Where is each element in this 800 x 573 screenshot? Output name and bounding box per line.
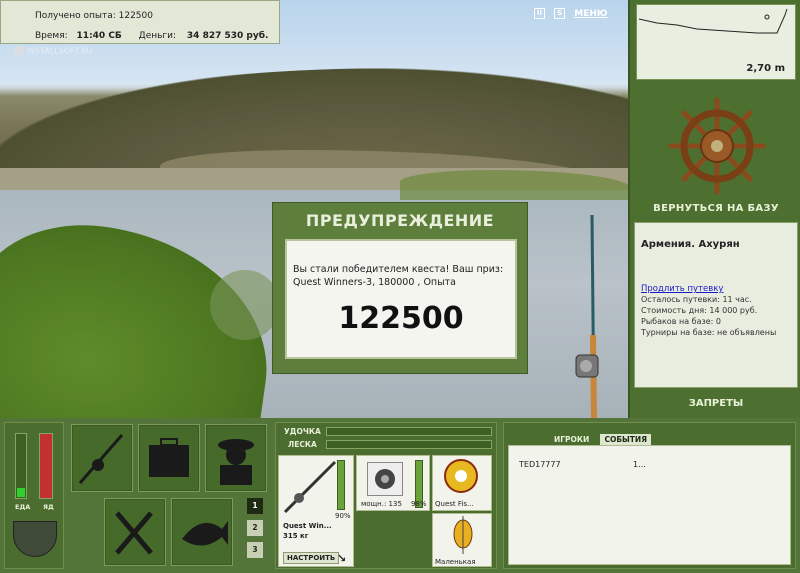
rod-slot-selector: 1 2 3 (247, 498, 265, 568)
tackle-box-icon (149, 438, 189, 477)
slot-1[interactable]: 1 (247, 498, 263, 514)
rod-durability-bar (337, 460, 345, 510)
fisherman-icon (218, 439, 254, 485)
money-value: 34 827 530 руб. (186, 31, 269, 41)
line-name: Quest Fis... (435, 500, 474, 508)
tackle-box-button[interactable] (138, 424, 200, 492)
tournaments: Турниры на базе: не объявлены (641, 328, 777, 337)
slot-3[interactable]: 3 (247, 542, 263, 558)
players-list: TED17777 1... (508, 445, 791, 565)
day-cost: Стоимость дня: 14 000 руб. (641, 306, 758, 315)
ship-wheel-icon[interactable] (662, 96, 772, 196)
dialog-message: Вы стали победителем квеста! Ваш приз: Q… (293, 264, 504, 288)
poison-meter (39, 433, 53, 499)
extend-permit-link[interactable]: Продлить путевку (641, 284, 791, 294)
dialog-title: ПРЕДУПРЕЖДЕНИЕ (305, 211, 495, 230)
rod-tension-bar (326, 427, 492, 436)
location-panel: Армения. Ахурян Продлить путевку Осталос… (634, 222, 798, 388)
player-name[interactable]: TED17777 (519, 460, 561, 469)
bottom-bar: ЕДА ЯД 1 2 3 УДОЧКА ЛЕСКА Quest Win... 3… (0, 418, 800, 573)
cauldron-icon[interactable] (13, 521, 57, 557)
permit-left: Осталось путевки: 11 час. (641, 295, 752, 304)
food-label: ЕДА (15, 503, 31, 511)
experience-row: Получено опыта: 122500 (35, 11, 153, 21)
line-tension-bar (326, 440, 492, 449)
depth-value: 2,70 m (746, 63, 785, 74)
time-value: 11:40 СБ (76, 31, 122, 41)
watermark-logo-icon (14, 46, 24, 56)
return-to-base-button[interactable]: ВЕРНУТЬСЯ НА БАЗУ (630, 203, 800, 214)
exp-label: Получено опыта: (35, 11, 116, 21)
location-title: Армения. Ахурян (641, 239, 740, 250)
reel-power: мощн.: 135 (361, 500, 402, 508)
rod-name: Quest Win... (283, 522, 332, 530)
player-info-panel: Получено опыта: 122500 Время: 11:40 СБ Д… (0, 0, 280, 44)
arrow-icon[interactable]: ↘ (337, 552, 346, 565)
food-meter (15, 433, 27, 499)
rod-icon (283, 460, 337, 514)
bans-button[interactable]: ЗАПРЕТЫ (630, 398, 800, 409)
dialog-number: 122500 (338, 301, 464, 336)
tackle-panel: УДОЧКА ЛЕСКА Quest Win... 315 кг 90% НАС… (275, 422, 497, 569)
warning-dialog: ПРЕДУПРЕЖДЕНИЕ Вы стали победителем квес… (272, 202, 528, 374)
right-panel: 2,70 m ВЕРНУТЬСЯ НА БАЗУ Армения. Ахурян… (628, 0, 800, 418)
slot-2[interactable]: 2 (247, 520, 263, 536)
character-button[interactable] (205, 424, 267, 492)
line-label: ЛЕСКА (288, 440, 317, 449)
depth-chart: 2,70 m (636, 4, 796, 80)
lure-name: Маленькая (435, 558, 476, 566)
lure-slot[interactable]: Маленькая (432, 513, 492, 567)
setup-button[interactable]: НАСТРОИТЬ (283, 552, 340, 564)
fishing-rod (572, 214, 612, 421)
rod-slot[interactable]: Quest Win... 315 кг 90% НАСТРОИТЬ ↘ (278, 455, 354, 567)
line-slot[interactable]: Quest Fis... (432, 455, 492, 511)
rod-label: УДОЧКА (284, 427, 321, 436)
panel-tabs: ИГРОКИ СОБЫТИЯ (554, 427, 651, 446)
rods-button[interactable] (71, 424, 133, 492)
money-label: Деньги: (138, 31, 177, 41)
tab-players[interactable]: ИГРОКИ (554, 435, 589, 444)
dialog-body: Вы стали победителем квеста! Ваш приз: Q… (285, 239, 517, 359)
poison-label: ЯД (43, 503, 54, 511)
fishing-line-spool-icon (444, 459, 478, 493)
pause-button[interactable]: II (534, 8, 545, 19)
exp-value: 122500 (118, 11, 153, 21)
top-controls: II S МЕНЮ (534, 8, 607, 19)
reel-icon (367, 462, 403, 496)
menu-button[interactable]: МЕНЮ (574, 9, 607, 19)
reel-slot[interactable]: мощн.: 135 98% (356, 455, 430, 511)
catch-button[interactable] (171, 498, 233, 566)
sound-button[interactable]: S (554, 8, 566, 19)
tab-events[interactable]: СОБЫТИЯ (600, 434, 651, 445)
fishers-count: Рыбаков на базе: 0 (641, 317, 721, 326)
time-label: Время: (35, 31, 68, 41)
fish-icon (182, 521, 228, 546)
food-button[interactable] (104, 498, 166, 566)
knife-fork-icon (115, 511, 153, 555)
player-value: 1... (633, 460, 646, 469)
meters-panel: ЕДА ЯД (4, 422, 64, 569)
reel-percent: 98% (411, 500, 427, 508)
spinner-lure-icon (453, 516, 473, 554)
watermark-text: INSTALLSOFT.RU (26, 46, 93, 56)
watermark: INSTALLSOFT.RU (14, 46, 92, 56)
rod-reel-icon (78, 434, 124, 484)
rod-percent: 90% (335, 512, 351, 520)
players-panel: ИГРОКИ СОБЫТИЯ TED17777 1... (503, 422, 796, 569)
time-money-row: Время: 11:40 СБ Деньги: 34 827 530 руб. (35, 31, 268, 41)
rod-weight: 315 кг (283, 532, 309, 540)
